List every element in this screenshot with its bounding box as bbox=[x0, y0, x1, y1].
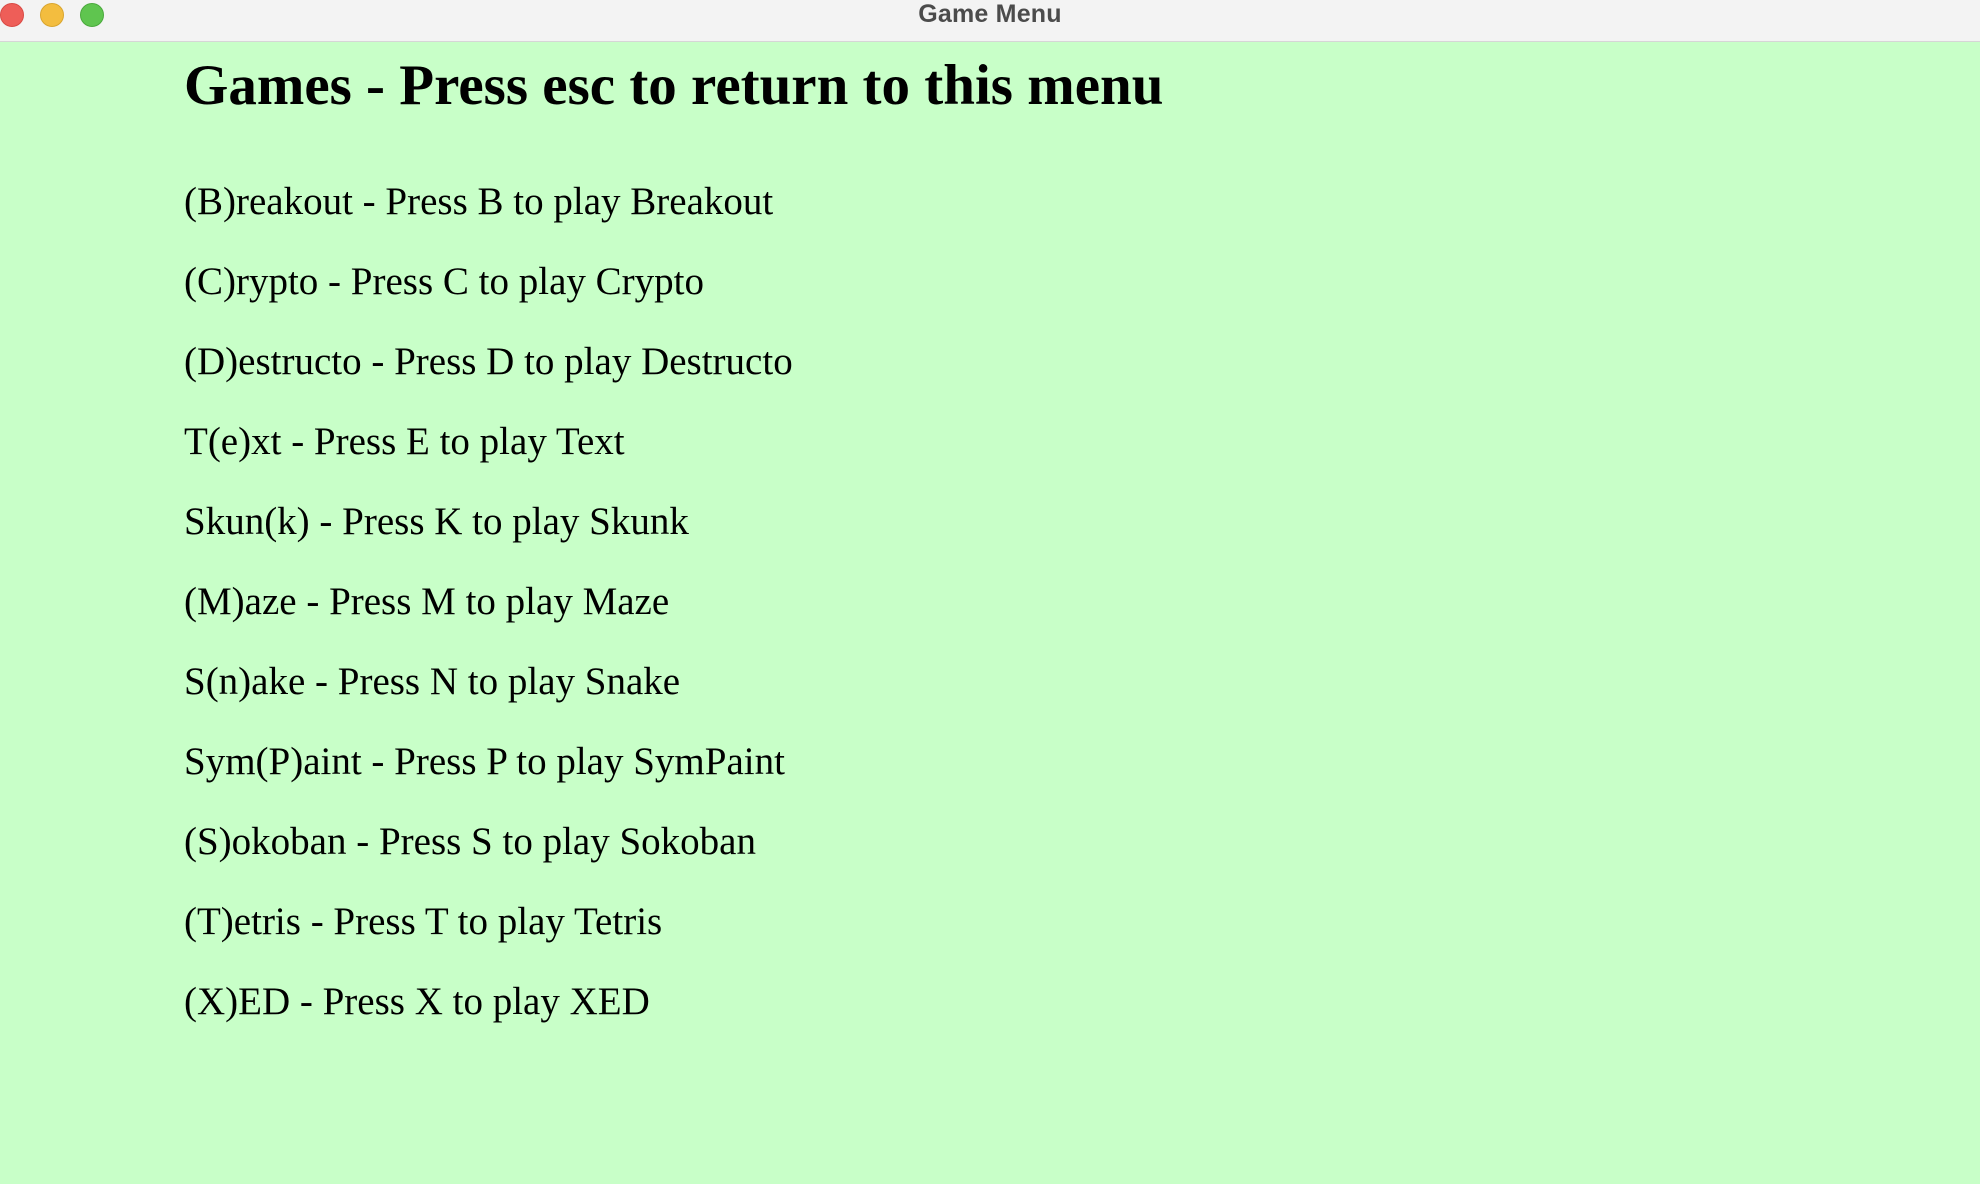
game-item-snake[interactable]: S(n)ake - Press N to play Snake bbox=[184, 642, 793, 722]
game-list: (B)reakout - Press B to play Breakout (C… bbox=[184, 180, 793, 1100]
game-item-xed[interactable]: (X)ED - Press X to play XED bbox=[184, 962, 793, 1042]
game-item-breakout[interactable]: (B)reakout - Press B to play Breakout bbox=[184, 162, 793, 242]
game-menu-window: Game Menu Games - Press esc to return to… bbox=[0, 0, 1980, 1184]
menu-content: Games - Press esc to return to this menu… bbox=[184, 42, 1980, 1184]
game-item-crypto[interactable]: (C)rypto - Press C to play Crypto bbox=[184, 242, 793, 322]
game-item-maze[interactable]: (M)aze - Press M to play Maze bbox=[184, 562, 793, 642]
game-item-skunk[interactable]: Skun(k) - Press K to play Skunk bbox=[184, 482, 793, 562]
game-item-tetris[interactable]: (T)etris - Press T to play Tetris bbox=[184, 882, 793, 962]
game-item-sympaint[interactable]: Sym(P)aint - Press P to play SymPaint bbox=[184, 722, 793, 802]
game-item-destructo[interactable]: (D)estructo - Press D to play Destructo bbox=[184, 322, 793, 402]
title-bar[interactable]: Game Menu bbox=[0, 0, 1980, 42]
game-item-sokoban[interactable]: (S)okoban - Press S to play Sokoban bbox=[184, 802, 793, 882]
page-heading: Games - Press esc to return to this menu bbox=[184, 54, 1164, 117]
game-item-text[interactable]: T(e)xt - Press E to play Text bbox=[184, 402, 793, 482]
window-title: Game Menu bbox=[918, 0, 1062, 28]
